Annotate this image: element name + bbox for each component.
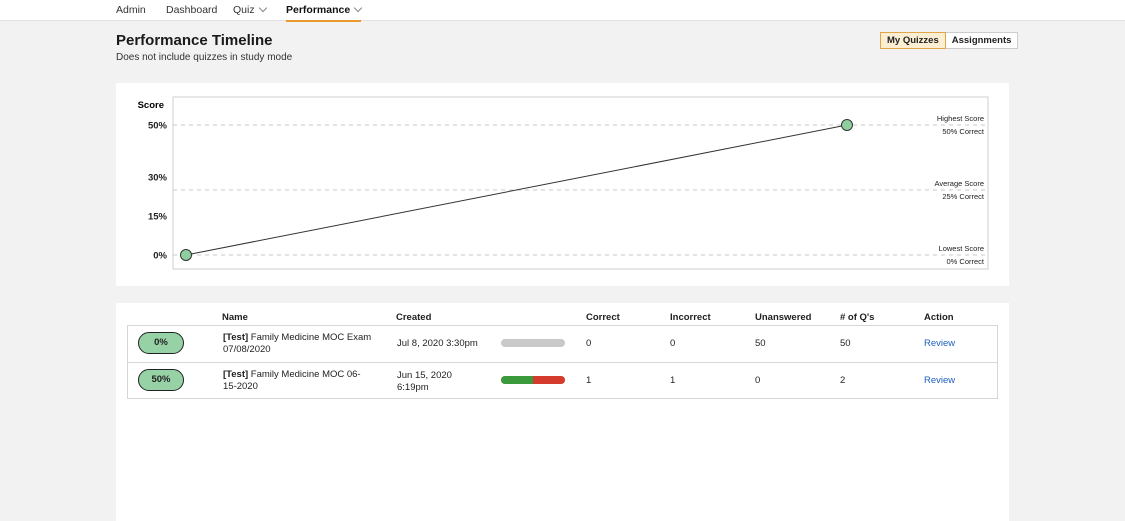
incorrect-count: 0 [670,338,676,349]
page-subtitle: Does not include quizzes in study mode [116,52,293,63]
col-header-num-questions: # of Q's [840,312,875,323]
nav-quiz[interactable]: Quiz [233,3,267,16]
performance-chart-card: Score 50% 30% 15% 0% Highest Score 50% Corre… [116,83,1009,286]
reference-line-detail: 0% Correct [946,257,984,266]
y-tick-label: 0% [153,251,167,262]
correct-count: 1 [586,375,592,386]
incorrect-count: 1 [670,375,676,386]
my-quizzes-button[interactable]: My Quizzes [880,32,946,49]
top-nav: Admin Dashboard Quiz Performance [0,0,1125,22]
score-badge: 50% [138,369,184,391]
quiz-name: [Test] Family Medicine MOC Exam 07/08/20… [223,332,373,355]
col-header-incorrect: Incorrect [670,312,711,323]
review-link[interactable]: Review [924,338,955,350]
score-point [180,249,192,261]
reference-line-title: Lowest Score [939,244,984,253]
nav-admin-label: Admin [116,4,146,16]
chart-y-label: Score [138,100,164,111]
table-row: 50% [Test] Family Medicine MOC 06-15-202… [128,362,997,398]
reference-line-detail: 25% Correct [942,192,985,201]
nav-quiz-label: Quiz [233,4,255,16]
correct-count: 0 [586,338,592,349]
score-progress-bar [501,339,565,347]
nav-performance[interactable]: Performance [286,3,363,22]
y-tick-label: 50% [148,121,168,132]
performance-chart: Score 50% 30% 15% 0% Highest Score 50% Corre… [138,96,989,270]
unanswered-count: 50 [755,338,766,349]
score-point [841,119,853,131]
y-tick-label: 15% [148,212,168,223]
col-header-correct: Correct [586,312,620,323]
quiz-table: 0% [Test] Family Medicine MOC Exam 07/08… [127,325,998,399]
score-progress-bar [501,376,565,384]
view-toggle: My Quizzes Assignments [880,32,1019,49]
y-tick-label: 30% [148,173,168,184]
created-date: Jul 8, 2020 3:30pm [397,338,478,349]
col-header-unanswered: Unanswered [755,312,812,323]
chevron-down-icon [353,3,363,13]
nav-dashboard[interactable]: Dashboard [166,4,217,16]
incorrect-segment [533,376,565,384]
unanswered-count: 0 [755,375,761,386]
quiz-tag: [Test] [223,369,249,380]
reference-line-title: Highest Score [937,114,984,123]
nav-admin[interactable]: Admin [116,4,146,16]
quiz-tag: [Test] [223,332,249,343]
reference-line-title: Average Score [935,179,984,188]
col-header-created: Created [396,312,432,323]
col-header-name: Name [222,312,248,323]
nav-performance-label: Performance [286,4,351,16]
chart-plot-area [172,96,989,270]
nav-dashboard-label: Dashboard [166,4,218,16]
col-header-action: Action [924,312,954,323]
reference-line-detail: 50% Correct [942,127,985,136]
review-link[interactable]: Review [924,375,955,387]
quiz-name: [Test] Family Medicine MOC 06-15-2020 [223,369,373,392]
score-badge: 0% [138,332,184,354]
correct-segment [501,376,533,384]
question-count: 50 [840,338,851,349]
assignments-button[interactable]: Assignments [945,32,1019,49]
table-row: 0% [Test] Family Medicine MOC Exam 07/08… [128,326,997,362]
created-date: Jun 15, 2020 6:19pm [397,370,452,393]
chevron-down-icon [258,3,267,13]
page-title: Performance Timeline [116,32,273,49]
quiz-table-card: Name Created Correct Incorrect Unanswere… [116,303,1009,521]
question-count: 2 [840,375,846,386]
